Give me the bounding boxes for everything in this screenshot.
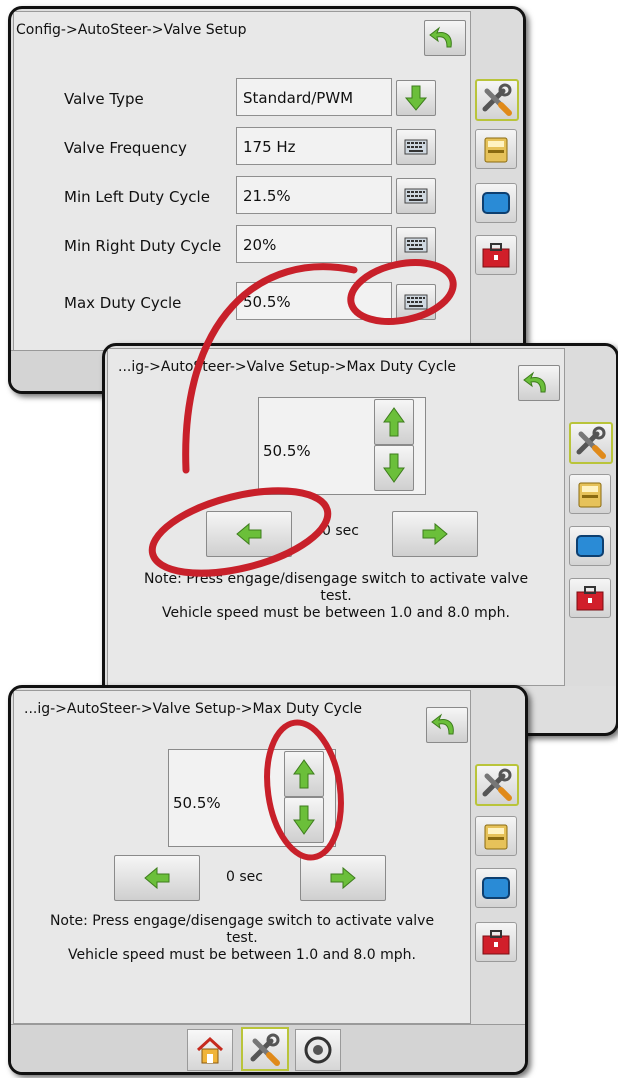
back-arrow-icon	[523, 371, 546, 393]
keyboard-icon	[404, 294, 428, 310]
breadcrumb-title: ...ig->AutoSteer->Valve Setup->Max Duty …	[24, 701, 363, 717]
left-arrow-icon	[236, 522, 262, 546]
min-right-duty-keyboard-button[interactable]	[396, 227, 436, 263]
tools-icon	[250, 1033, 280, 1066]
value-text: 50.5%	[173, 794, 221, 812]
tools-icon	[482, 768, 512, 801]
display-tab[interactable]	[475, 868, 517, 908]
label-max-duty: Max Duty Cycle	[64, 294, 182, 312]
screen-valve-setup: Config->AutoSteer->Valve Setup Valve Typ…	[8, 6, 526, 394]
sidebar	[565, 346, 616, 686]
down-arrow-icon	[293, 805, 315, 835]
main-panel: ...ig->AutoSteer->Valve Setup->Max Duty …	[13, 690, 471, 1024]
screen-max-duty-cycle-left: ...ig->AutoSteer->Valve Setup->Max Duty …	[102, 343, 618, 736]
keyboard-icon	[404, 237, 428, 253]
screen-max-duty-cycle-up-down: ...ig->AutoSteer->Valve Setup->Max Duty …	[8, 685, 528, 1075]
tools-tab[interactable]	[569, 422, 613, 464]
note-text: Note: Press engage/disengage switch to a…	[14, 913, 470, 964]
note-line-2: test.	[320, 588, 352, 604]
display-tab[interactable]	[569, 526, 611, 566]
right-arrow-button[interactable]	[392, 511, 478, 557]
max-duty-field[interactable]: 50.5%	[236, 282, 392, 320]
keyboard-icon	[404, 139, 428, 155]
toolbox-tab[interactable]	[569, 578, 611, 618]
left-arrow-button[interactable]	[206, 511, 292, 557]
console-icon	[578, 482, 602, 508]
gauge-nav-button[interactable]	[295, 1029, 341, 1071]
valve-type-field[interactable]: Standard/PWM	[236, 78, 392, 116]
home-icon	[196, 1036, 224, 1064]
toolbox-icon	[482, 930, 510, 955]
note-line-3: Vehicle speed must be between 1.0 and 8.…	[161, 605, 510, 621]
console-icon	[484, 137, 508, 163]
gauge-icon	[304, 1036, 332, 1064]
toolbox-tab[interactable]	[475, 922, 517, 962]
min-left-duty-field[interactable]: 21.5%	[236, 176, 392, 214]
note-line-1: Note: Press engage/disengage switch to a…	[49, 913, 435, 929]
tools-nav-button[interactable]	[241, 1027, 289, 1071]
left-arrow-button[interactable]	[114, 855, 200, 901]
valve-type-dropdown-button[interactable]	[396, 80, 436, 116]
down-arrow-icon	[383, 453, 405, 483]
increase-button[interactable]	[374, 399, 414, 445]
min-right-duty-field[interactable]: 20%	[236, 225, 392, 263]
toolbox-icon	[576, 586, 604, 611]
tools-icon	[576, 426, 606, 459]
right-arrow-icon	[422, 522, 448, 546]
valve-frequency-keyboard-button[interactable]	[396, 129, 436, 165]
up-arrow-icon	[293, 759, 315, 789]
display-icon	[576, 535, 604, 557]
display-tab[interactable]	[475, 183, 517, 223]
console-tab[interactable]	[475, 129, 517, 169]
console-tab[interactable]	[569, 474, 611, 514]
console-icon	[484, 824, 508, 850]
note-line-1: Note: Press engage/disengage switch to a…	[143, 571, 529, 587]
tools-icon	[482, 83, 512, 116]
sidebar	[471, 688, 525, 1024]
valve-frequency-field[interactable]: 175 Hz	[236, 127, 392, 165]
back-button[interactable]	[518, 365, 560, 401]
increase-button[interactable]	[284, 751, 324, 797]
label-valve-type: Valve Type	[64, 90, 144, 108]
main-panel: ...ig->AutoSteer->Valve Setup->Max Duty …	[107, 348, 565, 686]
main-panel: Config->AutoSteer->Valve Setup Valve Typ…	[13, 11, 471, 351]
note-line-3: Vehicle speed must be between 1.0 and 8.…	[67, 947, 416, 963]
tools-tab[interactable]	[475, 79, 519, 121]
tools-tab[interactable]	[475, 764, 519, 806]
note-text: Note: Press engage/disengage switch to a…	[108, 571, 564, 622]
label-valve-frequency: Valve Frequency	[64, 139, 187, 157]
label-min-right-duty: Min Right Duty Cycle	[64, 237, 222, 255]
left-arrow-icon	[144, 866, 170, 890]
toolbox-icon	[482, 243, 510, 268]
timer-text: 0 sec	[322, 523, 359, 539]
breadcrumb-title: ...ig->AutoSteer->Valve Setup->Max Duty …	[118, 359, 457, 375]
display-icon	[482, 877, 510, 899]
bottom-nav-bar	[11, 1024, 525, 1072]
label-min-left-duty: Min Left Duty Cycle	[64, 188, 210, 206]
decrease-button[interactable]	[374, 445, 414, 491]
toolbox-tab[interactable]	[475, 235, 517, 275]
right-arrow-button[interactable]	[300, 855, 386, 901]
home-nav-button[interactable]	[187, 1029, 233, 1071]
keyboard-icon	[404, 188, 428, 204]
display-icon	[482, 192, 510, 214]
right-arrow-icon	[330, 866, 356, 890]
value-text: 50.5%	[263, 442, 311, 460]
back-arrow-icon	[429, 26, 452, 48]
breadcrumb-title: Config->AutoSteer->Valve Setup	[16, 22, 247, 38]
back-button[interactable]	[424, 20, 466, 56]
down-arrow-icon	[404, 85, 428, 111]
console-tab[interactable]	[475, 816, 517, 856]
back-arrow-icon	[431, 713, 454, 735]
decrease-button[interactable]	[284, 797, 324, 843]
min-left-duty-keyboard-button[interactable]	[396, 178, 436, 214]
back-button[interactable]	[426, 707, 468, 743]
timer-text: 0 sec	[226, 869, 263, 885]
max-duty-keyboard-button[interactable]	[396, 284, 436, 320]
sidebar	[471, 9, 523, 349]
note-line-2: test.	[226, 930, 258, 946]
up-arrow-icon	[383, 407, 405, 437]
